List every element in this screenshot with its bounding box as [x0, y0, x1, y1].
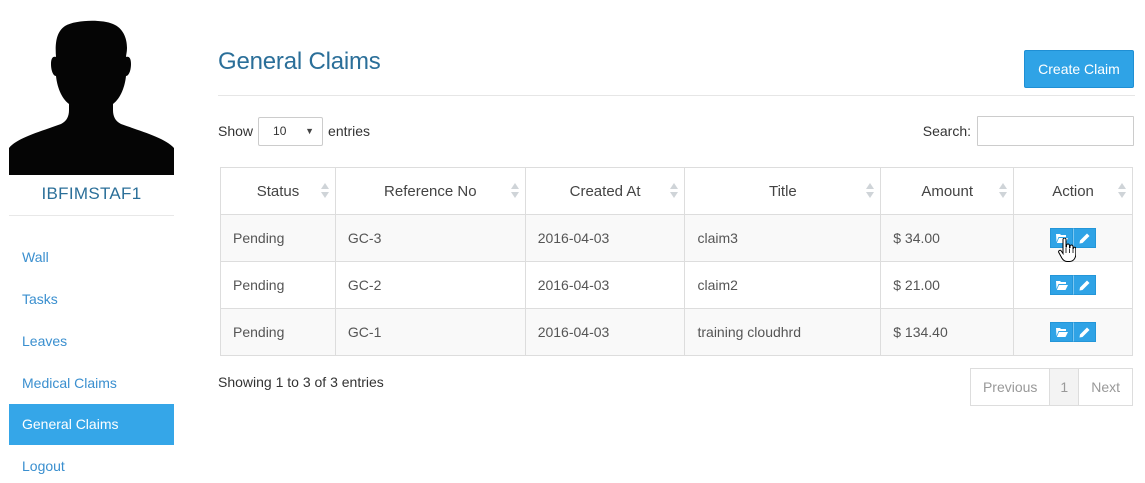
sidebar-item-wall[interactable]: Wall	[9, 236, 174, 278]
cell-status: Pending	[220, 214, 336, 262]
cell-created-at: 2016-04-03	[524, 308, 686, 356]
sort-icon	[866, 183, 875, 199]
column-header-created-at[interactable]: Created At	[524, 167, 686, 215]
column-header-reference-no[interactable]: Reference No	[334, 167, 526, 215]
chevron-down-icon: ▼	[305, 125, 315, 136]
claims-table: Status Reference No Created At Title Amo…	[220, 167, 1133, 356]
main-content: General Claims Create Claim Show 10 ▼ en…	[218, 0, 1135, 483]
entries-select-value: 10	[273, 123, 287, 138]
folder-open-icon	[1055, 328, 1068, 337]
next-page-button[interactable]: Next	[1079, 368, 1133, 406]
sort-icon	[320, 183, 329, 199]
cell-action	[1013, 261, 1133, 309]
cell-action	[1013, 308, 1133, 356]
cell-created-at: 2016-04-03	[524, 214, 686, 262]
page-title: General Claims	[218, 48, 381, 75]
cell-created-at: 2016-04-03	[524, 261, 686, 309]
edit-claim-button[interactable]	[1073, 228, 1097, 248]
title-divider	[218, 95, 1135, 96]
cell-reference-no: GC-1	[334, 308, 526, 356]
sort-icon	[670, 183, 679, 199]
sidebar-nav: Wall Tasks Leaves Medical Claims General…	[9, 236, 174, 483]
cell-title: claim3	[684, 214, 882, 262]
table-header-row: Status Reference No Created At Title Amo…	[220, 167, 1133, 215]
sidebar-divider	[9, 215, 174, 216]
table-info: Showing 1 to 3 of 3 entries	[218, 374, 384, 390]
entries-length-control: Show 10 ▼ entries	[218, 116, 371, 146]
cell-status: Pending	[220, 261, 336, 309]
username: IBFIMSTAF1	[41, 184, 142, 203]
sidebar-item-leaves[interactable]: Leaves	[9, 320, 174, 362]
create-claim-button[interactable]: Create Claim	[1024, 50, 1134, 88]
table-row: Pending GC-1 2016-04-03 training cloudhr…	[220, 308, 1133, 356]
sort-icon	[999, 183, 1008, 199]
column-header-title[interactable]: Title	[684, 167, 882, 215]
sidebar-item-logout[interactable]: Logout	[9, 445, 174, 483]
entries-select[interactable]: 10 ▼	[258, 116, 324, 146]
sidebar-item-tasks[interactable]: Tasks	[9, 278, 174, 320]
view-claim-button[interactable]	[1050, 228, 1074, 248]
cell-title: claim2	[684, 261, 882, 309]
avatar	[9, 20, 174, 175]
column-header-amount[interactable]: Amount	[880, 167, 1015, 215]
page-1-button[interactable]: 1	[1050, 368, 1080, 406]
cell-title: training cloudhrd	[684, 308, 882, 356]
cell-amount: $ 34.00	[880, 214, 1015, 262]
folder-open-icon	[1055, 234, 1068, 243]
cell-action	[1013, 214, 1133, 262]
pencil-icon	[1079, 327, 1090, 337]
cell-amount: $ 134.40	[880, 308, 1015, 356]
previous-page-button[interactable]: Previous	[969, 368, 1051, 406]
cell-amount: $ 21.00	[880, 261, 1015, 309]
table-row: Pending GC-2 2016-04-03 claim2 $ 21.00	[220, 261, 1133, 309]
sidebar: IBFIMSTAF1 Wall Tasks Leaves Medical Cla…	[9, 0, 174, 483]
folder-open-icon	[1055, 281, 1068, 290]
view-claim-button[interactable]	[1050, 275, 1074, 295]
sort-icon	[510, 183, 519, 199]
cell-reference-no: GC-2	[334, 261, 526, 309]
search-label: Search:	[922, 123, 971, 139]
pencil-icon	[1079, 280, 1090, 290]
pagination: Previous 1 Next	[969, 368, 1133, 406]
pencil-icon	[1079, 233, 1090, 243]
search-input[interactable]	[977, 116, 1134, 146]
sort-icon	[1118, 183, 1126, 199]
column-header-action[interactable]: Action	[1013, 167, 1133, 215]
sidebar-item-medical-claims[interactable]: Medical Claims	[9, 362, 174, 404]
table-row: Pending GC-3 2016-04-03 claim3 $ 34.00	[220, 214, 1133, 262]
sidebar-item-general-claims[interactable]: General Claims	[9, 404, 174, 445]
view-claim-button[interactable]	[1050, 322, 1074, 342]
cell-reference-no: GC-3	[334, 214, 526, 262]
column-header-status[interactable]: Status	[220, 167, 336, 215]
cell-status: Pending	[220, 308, 336, 356]
entries-label: entries	[328, 123, 371, 139]
edit-claim-button[interactable]	[1073, 275, 1097, 295]
search-control: Search:	[923, 116, 1134, 146]
edit-claim-button[interactable]	[1073, 322, 1097, 342]
show-label: Show	[218, 123, 254, 139]
